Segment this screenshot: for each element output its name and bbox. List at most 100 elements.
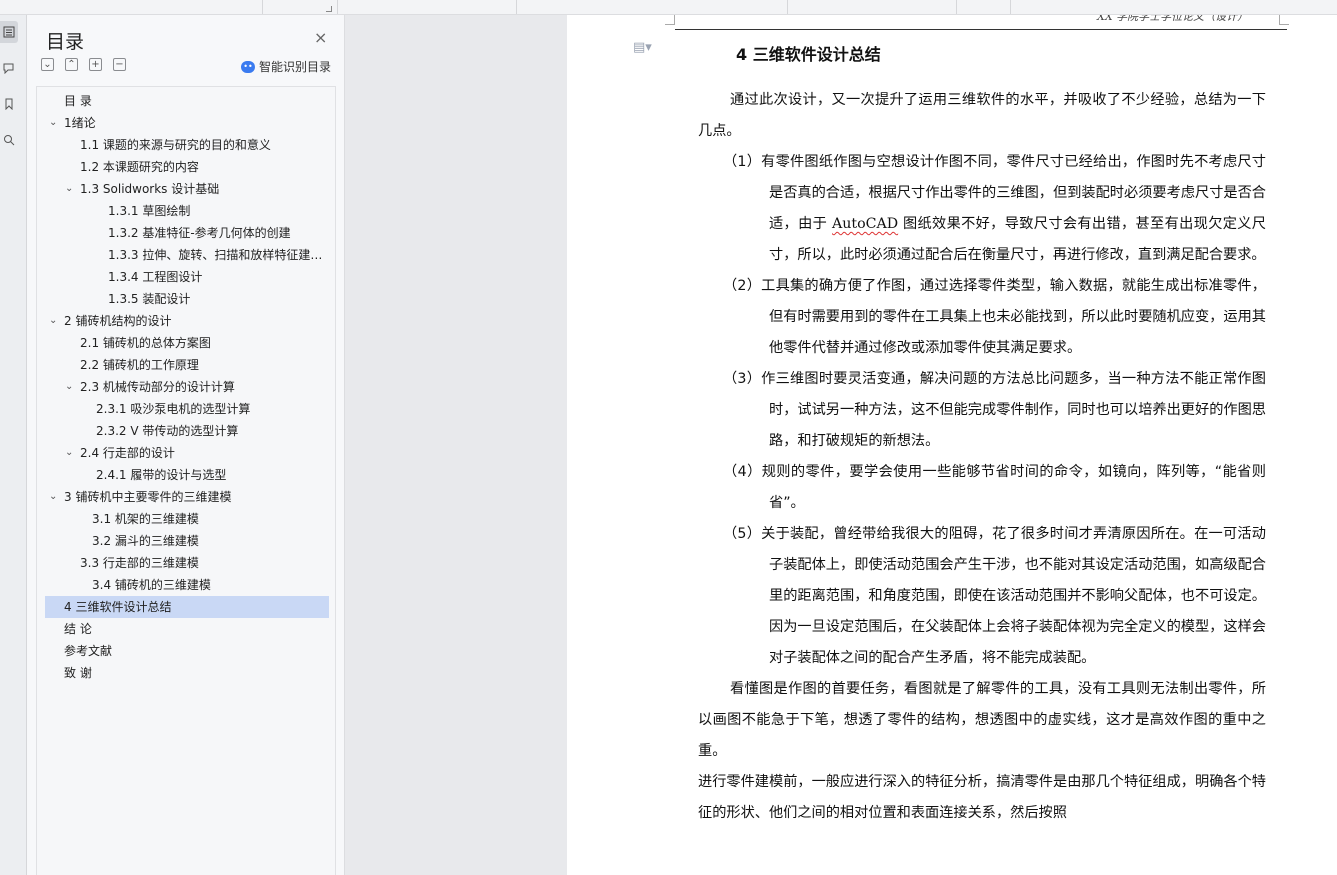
chevron-down-icon[interactable]: ⌄	[65, 376, 73, 398]
toc-item[interactable]: 1.3.4 工程图设计	[45, 266, 329, 288]
toc-item[interactable]: ⌄ 1.3 Solidworks 设计基础	[45, 178, 329, 200]
toc-item-label: 参考文献	[64, 644, 113, 658]
toc-item-label: 1.3.2 基准特征-参考几何体的创建	[108, 226, 291, 240]
toc-item[interactable]: ⌄ 2 铺砖机结构的设计	[45, 310, 329, 332]
toc-item-label: 1.3.3 拉伸、旋转、扫描和放样特征建…	[108, 248, 323, 262]
toc-item[interactable]: 2.3.1 吸沙泵电机的选型计算	[45, 398, 329, 420]
toc-toolbar: ⌄ ⌃ + −	[41, 58, 126, 71]
toolbar-separator	[787, 0, 788, 14]
toc-item-label: 3.4 铺砖机的三维建模	[92, 578, 211, 592]
toc-item[interactable]: ⌄ 1绪论	[45, 112, 329, 134]
toc-item-label: 2.4 行走部的设计	[80, 446, 175, 460]
toc-item-label: 2.3.1 吸沙泵电机的选型计算	[96, 402, 251, 416]
toc-item[interactable]: 2.3.2 V 带传动的选型计算	[45, 420, 329, 442]
toc-item[interactable]: 结 论	[45, 618, 329, 640]
toc-item-label: 2.3.2 V 带传动的选型计算	[96, 424, 239, 438]
toc-item[interactable]: 2.4.1 履带的设计与选型	[45, 464, 329, 486]
toc-item-label: 3 铺砖机中主要零件的三维建模	[64, 490, 232, 504]
toc-item[interactable]: 1.3.2 基准特征-参考几何体的创建	[45, 222, 329, 244]
spellcheck-word: AutoCAD	[832, 216, 899, 232]
toc-panel: 目录 × ⌄ ⌃ + − •• 智能识别目录 目 录 ⌄ 1绪论 1.1 课题的来源与…	[27, 15, 345, 875]
toc-item[interactable]: 1.3.5 装配设计	[45, 288, 329, 310]
chevron-down-icon[interactable]: ⌄	[65, 442, 73, 464]
header-rule	[675, 29, 1287, 30]
resize-corner-icon[interactable]	[326, 6, 332, 12]
smart-toc-label: 智能识别目录	[259, 60, 332, 74]
toc-item[interactable]: 3.3 行走部的三维建模	[45, 552, 329, 574]
toc-item[interactable]: 2.1 铺砖机的总体方案图	[45, 332, 329, 354]
toc-list: 目 录 ⌄ 1绪论 1.1 课题的来源与研究的目的和意义 1.2 本课题研究的内容 ⌄ 1.…	[36, 86, 336, 875]
toc-item[interactable]: ⌄ 2.4 行走部的设计	[45, 442, 329, 464]
toc-item[interactable]: 1.1 课题的来源与研究的目的和意义	[45, 134, 329, 156]
toc-item-label: 3.3 行走部的三维建模	[80, 556, 199, 570]
toc-item-label: 1绪论	[64, 116, 96, 130]
bookmark-icon[interactable]	[0, 93, 18, 115]
toc-item[interactable]: 参考文献	[45, 640, 329, 662]
add-heading-button[interactable]: +	[89, 58, 102, 71]
chevron-down-icon[interactable]: ⌄	[49, 310, 57, 332]
toc-item-selected[interactable]: 4 三维软件设计总结	[45, 596, 329, 618]
toc-item[interactable]: 致 谢	[45, 662, 329, 684]
toolbar-separator	[337, 0, 338, 14]
toc-item-label: 1.3.1 草图绘制	[108, 204, 191, 218]
toc-item-label: 2.4.1 履带的设计与选型	[96, 468, 227, 482]
toc-item-label: 1.3 Solidworks 设计基础	[80, 182, 220, 196]
paragraph-menu-icon[interactable]: ▤▾	[633, 40, 652, 55]
chevron-down-icon[interactable]: ⌄	[65, 178, 73, 200]
body-paragraph: 看懂图是作图的首要任务，看图就是了解零件的工具，没有工具则无法制出零件，所以画图…	[698, 681, 1266, 759]
toc-item[interactable]: ⌄ 2.3 机械传动部分的设计计算	[45, 376, 329, 398]
toc-item[interactable]: 3.4 铺砖机的三维建模	[45, 574, 329, 596]
toc-item-label: 结 论	[64, 622, 92, 636]
page-corner-mark	[665, 15, 675, 25]
toolbar-strip	[0, 0, 1337, 15]
toc-item[interactable]: 2.2 铺砖机的工作原理	[45, 354, 329, 376]
ai-icon: ••	[241, 60, 255, 73]
toolbar-separator	[262, 0, 263, 14]
numbered-list: （1）有零件图纸作图与空想设计作图不同，零件尺寸已经给出，作图时先不考虑尺寸是否…	[698, 147, 1266, 674]
toolbar-separator	[1010, 0, 1011, 14]
list-item: （3）作三维图时要灵活变通，解决问题的方法总比问题多，当一种方法不能正常作图时，…	[698, 364, 1266, 457]
toc-item-label: 目 录	[64, 94, 92, 108]
toc-item-label: 2.1 铺砖机的总体方案图	[80, 336, 211, 350]
intro-paragraph: 通过此次设计，又一次提升了运用三维软件的水平，并吸收了不少经验，总结为一下几点。	[698, 92, 1266, 139]
toc-item[interactable]: 目 录	[45, 90, 329, 112]
page-header-text: XX 学院学士学位论文（设计）	[1097, 15, 1249, 23]
side-icon-strip	[0, 15, 27, 875]
close-icon[interactable]: ×	[314, 28, 327, 47]
comment-icon[interactable]	[0, 57, 18, 79]
toc-item[interactable]: 3.1 机架的三维建模	[45, 508, 329, 530]
toc-item-label: 2.2 铺砖机的工作原理	[80, 358, 199, 372]
expand-all-button[interactable]: ⌄	[41, 58, 54, 71]
toc-item[interactable]: 1.3.1 草图绘制	[45, 200, 329, 222]
toc-panel-icon[interactable]	[0, 21, 18, 43]
toc-item[interactable]: 3.2 漏斗的三维建模	[45, 530, 329, 552]
list-item: （1）有零件图纸作图与空想设计作图不同，零件尺寸已经给出，作图时先不考虑尺寸是否…	[698, 147, 1266, 271]
chevron-down-icon[interactable]: ⌄	[49, 486, 57, 508]
toc-item[interactable]: 1.3.3 拉伸、旋转、扫描和放样特征建…	[45, 244, 329, 266]
section-heading: 4 三维软件设计总结	[736, 45, 881, 64]
list-item-text: （2）工具集的确方便了作图，通过选择零件类型，输入数据，就能生成出标准零件，但有…	[723, 278, 1266, 356]
body-paragraph: 进行零件建模前，一般应进行深入的特征分析，搞清零件是由那几个特征组成，明确各个特…	[698, 774, 1266, 821]
toc-item[interactable]: ⌄ 3 铺砖机中主要零件的三维建模	[45, 486, 329, 508]
page-corner-mark	[1279, 15, 1289, 25]
search-icon[interactable]	[0, 129, 18, 151]
document-body: 4 三维软件设计总结 通过此次设计，又一次提升了运用三维软件的水平，并吸收了不少…	[698, 39, 1266, 829]
collapse-all-button[interactable]: ⌃	[65, 58, 78, 71]
toc-item[interactable]: 1.2 本课题研究的内容	[45, 156, 329, 178]
toc-item-label: 2.3 机械传动部分的设计计算	[80, 380, 235, 394]
toc-item-label: 3.1 机架的三维建模	[92, 512, 199, 526]
list-item-text: （4）规则的零件，要学会使用一些能够节省时间的命令，如镜向，阵列等，“能省则省”…	[723, 464, 1266, 511]
toc-item-label: 2 铺砖机结构的设计	[64, 314, 172, 328]
list-item-text: （3）作三维图时要灵活变通，解决问题的方法总比问题多，当一种方法不能正常作图时，…	[723, 371, 1266, 449]
list-item-text: （5）关于装配，曾经带给我很大的阻碍，花了很多时间才弄清原因所在。在一可活动子装…	[723, 526, 1266, 666]
smart-toc-button[interactable]: •• 智能识别目录	[241, 58, 331, 75]
document-page: XX 学院学士学位论文（设计） ▤▾ 4 三维软件设计总结 通过此次设计，又一次…	[567, 15, 1337, 875]
toc-item-label: 1.2 本课题研究的内容	[80, 160, 199, 174]
toc-item-label: 3.2 漏斗的三维建模	[92, 534, 199, 548]
toc-item-label: 1.3.5 装配设计	[108, 292, 191, 306]
chevron-down-icon[interactable]: ⌄	[49, 112, 57, 134]
remove-heading-button[interactable]: −	[113, 58, 126, 71]
toc-title: 目录	[46, 31, 85, 53]
list-item: （5）关于装配，曾经带给我很大的阻碍，花了很多时间才弄清原因所在。在一可活动子装…	[698, 519, 1266, 674]
list-item: （2）工具集的确方便了作图，通过选择零件类型，输入数据，就能生成出标准零件，但有…	[698, 271, 1266, 364]
